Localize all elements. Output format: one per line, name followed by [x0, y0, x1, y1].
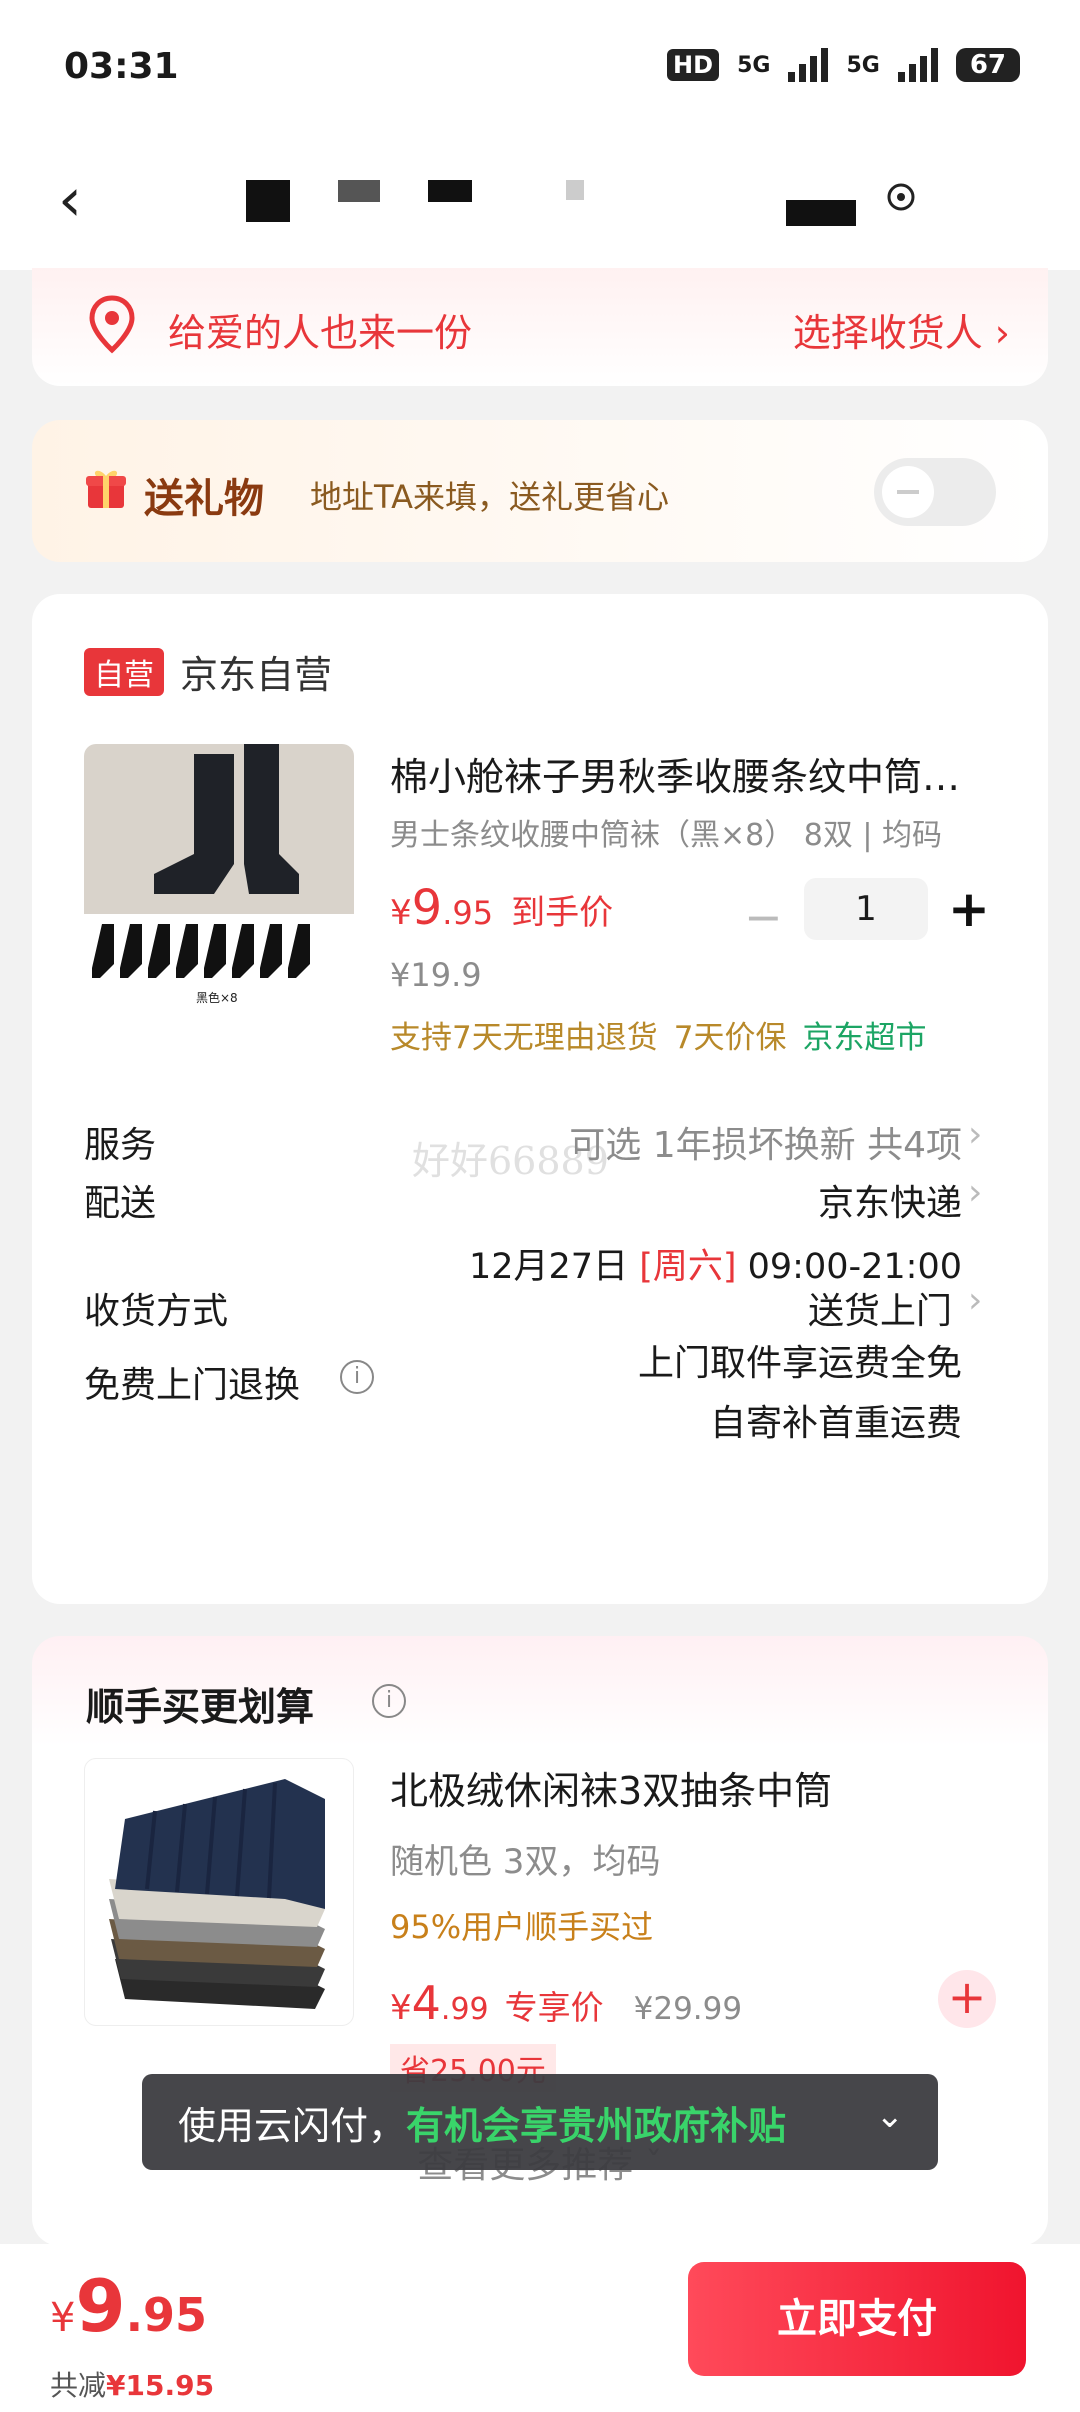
quantity-plus-button[interactable]: + [948, 880, 990, 938]
receive-method-value[interactable]: 送货上门 [808, 1282, 952, 1334]
redacted-block [246, 180, 290, 222]
service-label: 服务 [84, 1125, 157, 1166]
battery-icon: 67 [955, 48, 1020, 82]
recommend-info-icon[interactable]: i [372, 1684, 406, 1718]
free-return-value-1: 上门取件享运费全免 [637, 1343, 962, 1384]
send-gift-title: 送礼物 [144, 476, 264, 522]
recommend-name[interactable]: 北极绒休闲袜3双抽条中筒 [390, 1760, 832, 1815]
send-gift-card: 送礼物 地址TA来填，送礼更省心 [32, 420, 1048, 562]
status-bar: 03:31 HD 5G 5G 67 [0, 0, 1080, 140]
promise-return: 支持7天无理由退货 [390, 1020, 658, 1056]
product-price: ¥ 9 .95 到手价 [390, 880, 613, 936]
delivery-weekday: [周六] [639, 1247, 737, 1287]
recommend-image[interactable] [84, 1758, 354, 2026]
toggle-knob [882, 466, 934, 518]
hd-icon: HD [667, 49, 720, 81]
back-chevron-icon[interactable]: ‹ [58, 170, 82, 230]
delivery-value[interactable]: 京东快递 [818, 1174, 962, 1226]
product-title[interactable]: 棉小舱袜子男秋季收腰条纹中筒… [390, 746, 1010, 801]
location-icon[interactable] [884, 180, 918, 214]
shop-name[interactable]: 京东自营 [180, 644, 332, 699]
self-operated-badge: 自营 [84, 648, 164, 696]
price-yen: ¥ [390, 893, 412, 933]
pay-now-button[interactable]: 立即支付 [688, 2262, 1026, 2376]
rec-orig-price: ¥29.99 [633, 1991, 743, 2027]
promise-price-protect: 7天价保 [673, 1020, 787, 1056]
network-label-1: 5G [737, 52, 771, 78]
socks-image: 黑色×8 [84, 744, 354, 1014]
send-gift-toggle[interactable] [874, 458, 996, 526]
add-to-order-button[interactable]: + [938, 1970, 996, 2028]
rec-price-yen: ¥ [390, 1988, 412, 2028]
product-promises: 支持7天无理由退货 7天价保 京东超市 [390, 1012, 926, 1057]
receive-chevron-icon[interactable]: › [968, 1280, 982, 1321]
original-price: ¥19.9 [390, 956, 482, 994]
gift-banner-text: 给爱的人也来一份 [168, 311, 473, 355]
promise-jd-supermarket: 京东超市 [802, 1020, 927, 1056]
free-return-value-2: 自寄补首重运费 [709, 1403, 962, 1444]
delivery-time: 09:00-21:00 [747, 1247, 962, 1287]
recommend-title: 顺手买更划算 [86, 1685, 315, 1729]
status-icons: HD 5G 5G 67 [667, 48, 1020, 82]
saved-value: ¥15.95 [106, 2369, 215, 2402]
toast-prefix: 使用云闪付， [178, 2103, 407, 2148]
rec-price-int: 4 [411, 1976, 441, 2030]
socks-stack-image [109, 1779, 325, 2009]
delivery-day: 12月27日 [468, 1247, 629, 1287]
total-dec: .95 [125, 2288, 208, 2342]
rec-price-dec: .99 [440, 1992, 489, 2027]
bottom-pay-bar: ¥ 9 .95 共减¥15.95 立即支付 [0, 2244, 1080, 2412]
free-return-label: 免费上门退换 [84, 1365, 301, 1406]
location-pin-icon [89, 295, 135, 354]
price-int: 9 [411, 880, 443, 936]
redacted-block [786, 200, 856, 226]
unionpay-toast[interactable]: 使用云闪付， 有机会享贵州政府补贴 ⌄ [142, 2074, 938, 2170]
gift-icon [86, 470, 126, 508]
redacted-block [338, 180, 380, 202]
info-icon[interactable]: i [340, 1360, 374, 1394]
product-image[interactable]: 黑色×8 [84, 744, 354, 1014]
redacted-block [428, 180, 472, 202]
saved-label: 共减 [50, 2369, 107, 2402]
toast-highlight: 有机会享贵州政府补贴 [406, 2103, 787, 2148]
total-yen: ¥ [50, 2295, 76, 2341]
delivery-chevron-icon[interactable]: › [968, 1172, 982, 1213]
total-int: 9 [75, 2264, 126, 2348]
send-gift-subtitle: 地址TA来填，送礼更省心 [310, 478, 669, 516]
receive-method-label: 收货方式 [84, 1291, 229, 1332]
quantity-minus-button[interactable]: − [744, 890, 783, 944]
network-label-2: 5G [846, 52, 880, 78]
price-tag: 到手价 [511, 893, 614, 933]
image-caption: 黑色×8 [196, 991, 238, 1005]
price-dec: .95 [442, 894, 494, 932]
recommend-bought: 95%用户顺手买过 [390, 1908, 654, 1946]
recommend-price: ¥ 4 .99 专享价 ¥29.99 [390, 1976, 742, 2030]
recommend-spec: 随机色 3双，均码 [390, 1842, 661, 1882]
status-time: 03:31 [64, 46, 179, 87]
chevron-down-icon[interactable]: ⌄ [876, 2096, 905, 2136]
total-saved[interactable]: 共减¥15.95 [50, 2364, 214, 2404]
service-value[interactable]: 可选 1年损坏换新 共4项 [569, 1116, 962, 1168]
redacted-block [566, 180, 584, 200]
product-spec[interactable]: 男士条纹收腰中筒袜（黑×8） 8双 | 均码 [390, 810, 942, 854]
signal-icon-2 [897, 48, 938, 82]
service-chevron-icon[interactable]: › [968, 1114, 982, 1155]
nav-bar: ‹ [0, 140, 1080, 270]
total-price: ¥ 9 .95 [50, 2264, 207, 2348]
signal-icon [788, 48, 829, 82]
order-card: 自营 京东自营 黑色×8 棉小舱袜子男秋季收腰条纹中筒… 男士条纹收腰中筒袜（黑… [32, 594, 1048, 1604]
delivery-label: 配送 [84, 1183, 157, 1224]
rec-price-tag: 专享价 [504, 1988, 604, 2027]
quantity-input[interactable]: 1 [804, 878, 928, 940]
gift-for-loved-one-banner[interactable]: 给爱的人也来一份 选择收货人 › [32, 268, 1048, 386]
select-recipient-link[interactable]: 选择收货人 › [793, 302, 1010, 357]
